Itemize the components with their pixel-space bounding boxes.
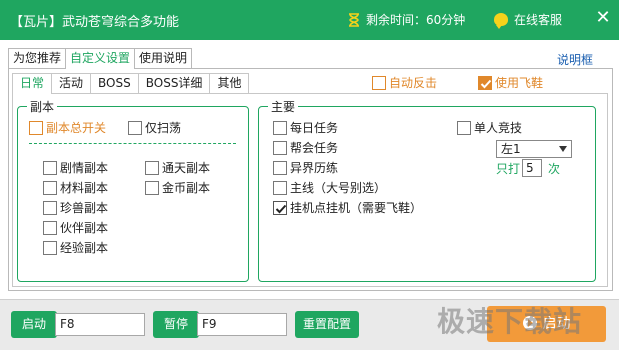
time-remaining: 剩余时间：60分钟 bbox=[348, 11, 465, 28]
time-remaining-text: 剩余时间：60分钟 bbox=[366, 13, 466, 27]
main-group-title: 主要 bbox=[268, 98, 299, 115]
chat-icon bbox=[494, 13, 508, 29]
checkbox-icon bbox=[145, 180, 159, 195]
online-service-text: 在线客服 bbox=[514, 13, 563, 27]
checkbox-icon bbox=[273, 120, 287, 135]
dungeon-item-checkbox[interactable]: 剧情副本 bbox=[43, 159, 108, 176]
trial-label: 异界历练 bbox=[290, 161, 339, 175]
dungeon-master-label: 副本总开关 bbox=[46, 121, 107, 135]
daily-task-checkbox[interactable]: 每日任务 bbox=[273, 119, 338, 136]
auto-counter-checkbox[interactable]: 自动反击 bbox=[372, 74, 437, 91]
checkbox-icon bbox=[43, 160, 57, 175]
reset-config-button[interactable]: 重置配置 bbox=[295, 311, 359, 338]
hourglass-icon bbox=[348, 12, 360, 27]
position-select-value: 左1 bbox=[501, 142, 521, 156]
sweep-only-label: 仅扫荡 bbox=[145, 121, 182, 135]
position-select[interactable]: 左1 bbox=[496, 140, 572, 158]
checkbox-icon bbox=[273, 180, 287, 195]
tab-daily[interactable]: 日常 bbox=[12, 73, 53, 94]
dungeon-item-checkbox[interactable]: 珍兽副本 bbox=[43, 199, 108, 216]
close-icon[interactable]: ✕ bbox=[594, 8, 612, 28]
help-box-link[interactable]: 说明框 bbox=[557, 51, 593, 68]
title-bar: 【瓦片】武动苍穹综合多功能 剩余时间：60分钟 在线客服 ✕ bbox=[0, 0, 619, 40]
checkbox-icon bbox=[128, 120, 142, 135]
sub-tabs: 日常 活动 BOSS BOSS详细 其他 bbox=[12, 73, 250, 94]
afk-label: 挂机点挂机（需要飞鞋） bbox=[290, 201, 423, 215]
checkbox-icon bbox=[43, 220, 57, 235]
checkbox-icon bbox=[372, 75, 386, 90]
tab-event[interactable]: 活动 bbox=[51, 73, 92, 93]
trial-checkbox[interactable]: 异界历练 bbox=[273, 159, 338, 176]
times-label: 次 bbox=[548, 162, 561, 176]
dungeon-item-label: 珍兽副本 bbox=[60, 201, 109, 215]
guild-task-checkbox[interactable]: 帮会任务 bbox=[273, 139, 338, 156]
window-title: 【瓦片】武动苍穹综合多功能 bbox=[10, 15, 180, 30]
checkbox-icon bbox=[29, 120, 43, 135]
dungeon-item-label: 金币副本 bbox=[162, 181, 211, 195]
tab-boss-detail[interactable]: BOSS详细 bbox=[137, 73, 211, 93]
dungeon-item-checkbox[interactable]: 金币副本 bbox=[145, 179, 210, 196]
main-line-checkbox[interactable]: 主线（大号别选） bbox=[273, 179, 386, 196]
checkbox-icon bbox=[457, 120, 471, 135]
hit-count-input[interactable]: 5 bbox=[522, 159, 542, 177]
dungeon-item-checkbox[interactable]: 通天副本 bbox=[145, 159, 210, 176]
dungeon-master-switch[interactable]: 副本总开关 bbox=[29, 119, 106, 136]
dungeon-item-label: 经验副本 bbox=[60, 241, 109, 255]
auto-counter-label: 自动反击 bbox=[389, 76, 438, 90]
divider bbox=[29, 143, 236, 144]
dungeon-group-title: 副本 bbox=[27, 98, 58, 115]
only-hit-label: 只打 bbox=[496, 162, 521, 176]
tab-boss[interactable]: BOSS bbox=[90, 73, 139, 93]
pause-hotkey-button[interactable]: 暂停 bbox=[153, 311, 199, 338]
use-shoes-label: 使用飞鞋 bbox=[495, 76, 544, 90]
watermark: 极速下载站 bbox=[437, 305, 583, 338]
dungeon-item-label: 剧情副本 bbox=[60, 161, 109, 175]
start-hotkey-input[interactable]: F8 bbox=[55, 313, 145, 336]
dungeon-item-label: 材料副本 bbox=[60, 181, 109, 195]
checkbox-icon bbox=[273, 160, 287, 175]
dungeon-item-label: 通天副本 bbox=[162, 161, 211, 175]
online-service-link[interactable]: 在线客服 bbox=[494, 11, 563, 29]
dungeon-item-checkbox[interactable]: 材料副本 bbox=[43, 179, 108, 196]
checkbox-icon bbox=[273, 140, 287, 155]
sweep-only-checkbox[interactable]: 仅扫荡 bbox=[128, 119, 181, 136]
start-hotkey-button[interactable]: 启动 bbox=[11, 311, 57, 338]
chevron-down-icon bbox=[559, 146, 567, 152]
checkbox-icon bbox=[43, 240, 57, 255]
tab-instructions[interactable]: 使用说明 bbox=[134, 48, 193, 68]
checkmark-icon bbox=[273, 200, 287, 215]
solo-arena-checkbox[interactable]: 单人竞技 bbox=[457, 119, 522, 136]
checkbox-icon bbox=[43, 180, 57, 195]
checkbox-icon bbox=[43, 200, 57, 215]
main-tabs: 为您推荐 自定义设置 使用说明 bbox=[8, 48, 193, 69]
tab-other[interactable]: 其他 bbox=[209, 73, 250, 93]
tab-recommend[interactable]: 为您推荐 bbox=[8, 48, 67, 68]
main-line-label: 主线（大号别选） bbox=[290, 181, 387, 195]
dungeon-item-checkbox[interactable]: 伙伴副本 bbox=[43, 219, 108, 236]
dungeon-item-label: 伙伴副本 bbox=[60, 221, 109, 235]
checkbox-icon bbox=[145, 160, 159, 175]
solo-arena-label: 单人竞技 bbox=[474, 121, 523, 135]
daily-task-label: 每日任务 bbox=[290, 121, 339, 135]
tab-custom-settings[interactable]: 自定义设置 bbox=[65, 48, 136, 69]
afk-checkbox[interactable]: 挂机点挂机（需要飞鞋） bbox=[273, 199, 422, 216]
pause-hotkey-input[interactable]: F9 bbox=[197, 313, 287, 336]
guild-task-label: 帮会任务 bbox=[290, 141, 339, 155]
use-shoes-checkbox[interactable]: 使用飞鞋 bbox=[478, 74, 543, 91]
checkmark-icon bbox=[478, 75, 492, 90]
dungeon-item-checkbox[interactable]: 经验副本 bbox=[43, 239, 108, 256]
